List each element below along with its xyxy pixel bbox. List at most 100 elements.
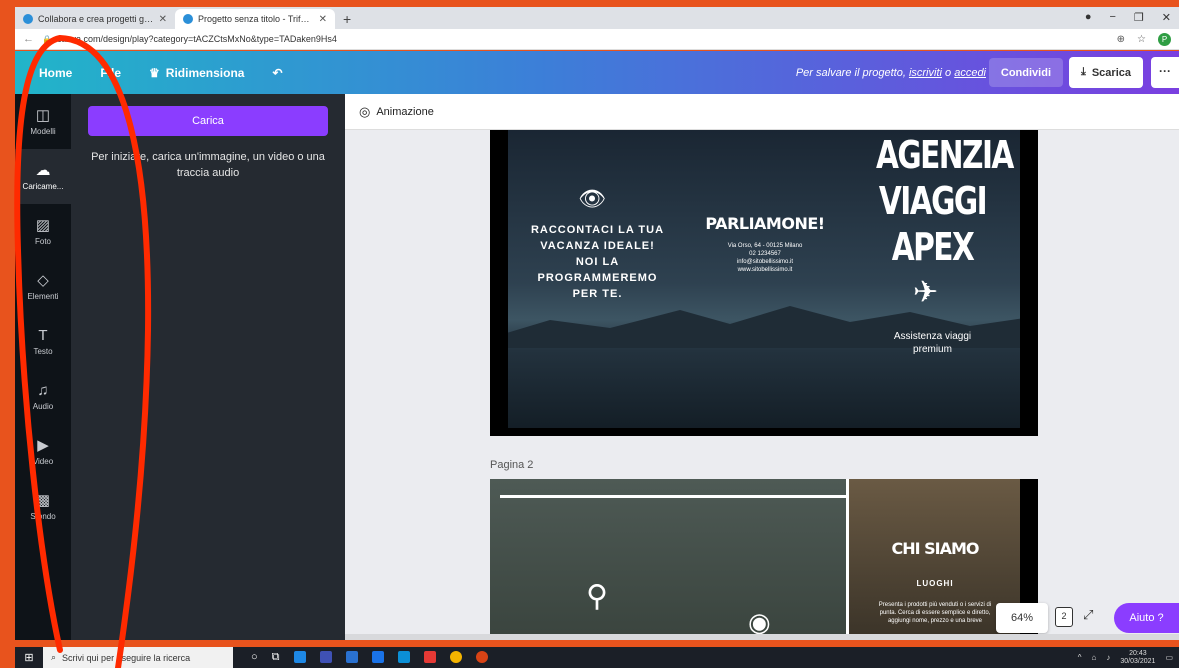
signup-link[interactable]: iscriviti bbox=[909, 67, 942, 79]
clock[interactable]: 20:43 30/03/2021 bbox=[1120, 650, 1155, 666]
upload-button[interactable]: Carica bbox=[88, 106, 328, 136]
save-message: Per salvare il progetto, iscriviti o acc… bbox=[796, 67, 986, 79]
layout-icon: ◫ bbox=[35, 106, 51, 124]
store-icon[interactable] bbox=[345, 651, 358, 663]
edge-icon[interactable] bbox=[293, 651, 306, 663]
design-page-1[interactable]: 👁 RACCONTACI LA TUA VACANZA IDEALE! NOI … bbox=[490, 130, 1038, 436]
share-button[interactable]: Condividi bbox=[988, 58, 1063, 87]
fullscreen-expand-icon[interactable]: ⤢ bbox=[1083, 607, 1093, 623]
close-window-icon[interactable]: ✕ bbox=[1162, 11, 1171, 24]
volume-icon[interactable]: ♪ bbox=[1106, 653, 1110, 662]
app-icon-l[interactable] bbox=[397, 651, 410, 663]
powerpoint-icon[interactable] bbox=[475, 651, 488, 663]
panel-2-title[interactable]: PARLIAMONE! bbox=[690, 214, 840, 233]
rail-item-audio[interactable]: ♫ Audio bbox=[15, 369, 71, 424]
undo-button[interactable]: ↶ bbox=[258, 66, 296, 80]
download-icon: ⤓ bbox=[1080, 66, 1086, 78]
page-border-right bbox=[1020, 130, 1038, 436]
page-count-button[interactable]: 2 bbox=[1055, 607, 1073, 627]
browser-tab-1[interactable]: Collabora e crea progetti grafic ✕ bbox=[15, 9, 175, 29]
browser-tab-2[interactable]: Progetto senza titolo - Trifold Br ✕ bbox=[175, 9, 335, 29]
rail-label: Caricame... bbox=[22, 181, 64, 191]
clock-date: 30/03/2021 bbox=[1120, 657, 1156, 665]
rail-item-uploads[interactable]: ☁ Caricame... bbox=[15, 149, 71, 204]
animation-button[interactable]: Animazione bbox=[376, 106, 433, 118]
browser-tabstrip: Collabora e crea progetti grafic ✕ Proge… bbox=[15, 7, 1179, 29]
zoom-level-button[interactable]: 64% bbox=[996, 603, 1048, 633]
more-options-button[interactable]: ··· bbox=[1151, 57, 1179, 88]
airplane-icon: ✈ bbox=[913, 276, 939, 309]
design-page-2[interactable]: ⚲ ◉ CHI SIAMO LUOGHI Presenta i prodotti… bbox=[490, 479, 1038, 640]
rail-item-templates[interactable]: ◫ Modelli bbox=[15, 94, 71, 149]
rail-item-photos[interactable]: ▨ Foto bbox=[15, 204, 71, 259]
resize-button[interactable]: ♛ Ridimensiona bbox=[135, 66, 258, 80]
brand-title[interactable]: AGENZIA VIAGGI APEX bbox=[876, 132, 1014, 270]
url-field[interactable]: canva.com/design/play?category=tACZCtsMx… bbox=[57, 34, 337, 44]
address-bar-actions: ⊕ ☆ P bbox=[1117, 32, 1171, 46]
search-icon: ⌕ bbox=[51, 652, 57, 662]
rail-item-text[interactable]: T Testo bbox=[15, 314, 71, 369]
tab-title: Progetto senza titolo - Trifold Br bbox=[198, 14, 314, 24]
mail-icon[interactable] bbox=[371, 651, 384, 663]
profile-avatar[interactable]: P bbox=[1158, 32, 1171, 46]
address-bar: ← 🔒 canva.com/design/play?category=tACZC… bbox=[15, 29, 1179, 50]
restore-icon[interactable]: ❐ bbox=[1134, 11, 1144, 24]
shapes-icon: ◇ bbox=[37, 271, 49, 289]
task-view-icon[interactable]: ⧉ bbox=[272, 651, 280, 664]
windows-taskbar: ⊞ ⌕ Scrivi qui per eseguire la ricerca ○… bbox=[15, 647, 1179, 668]
office-icon[interactable] bbox=[423, 651, 436, 663]
file-menu-button[interactable]: File bbox=[86, 66, 135, 80]
about-title[interactable]: CHI SIAMO bbox=[870, 539, 1000, 558]
rail-item-video[interactable]: ▶ Video bbox=[15, 424, 71, 479]
music-icon: ♫ bbox=[37, 381, 49, 399]
horizontal-scrollbar[interactable] bbox=[345, 634, 1179, 640]
download-button[interactable]: ⤓ Scarica bbox=[1068, 57, 1143, 88]
help-button[interactable]: Aiuto ? bbox=[1114, 603, 1179, 633]
home-button[interactable]: ‹ Home bbox=[15, 66, 86, 80]
rail-label: Elementi bbox=[27, 291, 59, 301]
back-arrow-icon[interactable]: ← bbox=[15, 33, 42, 45]
assistance-text[interactable]: Assistenza viaggi premium bbox=[875, 330, 990, 356]
resize-label: Ridimensiona bbox=[165, 65, 245, 80]
about-subtitle[interactable]: LUOGHI bbox=[870, 579, 1000, 588]
zoom-lens-icon[interactable]: ⊕ bbox=[1117, 34, 1125, 45]
bookmark-star-icon[interactable]: ☆ bbox=[1137, 34, 1146, 45]
save-msg-or: o bbox=[945, 66, 952, 79]
network-icon[interactable]: ⌂ bbox=[1092, 653, 1097, 662]
animation-icon[interactable]: ◎ bbox=[359, 104, 370, 120]
panel-1-text[interactable]: RACCONTACI LA TUA VACANZA IDEALE! NOI LA… bbox=[530, 222, 665, 302]
background-pattern-icon: ▩ bbox=[35, 491, 51, 509]
windows-start-icon[interactable]: ⊞ bbox=[15, 651, 43, 664]
tray-chevron-icon[interactable]: ^ bbox=[1078, 653, 1082, 662]
rail-item-elements[interactable]: ◇ Elementi bbox=[15, 259, 71, 314]
brand-line-3: APEX bbox=[891, 225, 975, 269]
brand-line-2: VIAGGI bbox=[878, 179, 988, 223]
close-tab-icon[interactable]: ✕ bbox=[319, 14, 327, 25]
rail-label: Foto bbox=[34, 236, 51, 246]
rail-item-background[interactable]: ▩ Sfondo bbox=[15, 479, 71, 534]
minimize-icon[interactable]: − bbox=[1109, 11, 1115, 24]
profile-dot-icon[interactable]: ● bbox=[1085, 11, 1092, 24]
login-link[interactable]: accedi bbox=[954, 67, 986, 79]
about-body[interactable]: Presenta i prodotti più venduti o i serv… bbox=[870, 601, 1000, 625]
video-icon: ▶ bbox=[37, 436, 49, 454]
photo-icon: ▨ bbox=[35, 216, 51, 234]
clock-time: 20:43 bbox=[1129, 649, 1147, 657]
new-tab-button[interactable]: + bbox=[335, 9, 359, 29]
canva-topbar: ‹ Home File ♛ Ridimensiona ↶ Per salvare… bbox=[15, 51, 1179, 94]
taskbar-search[interactable]: ⌕ Scrivi qui per eseguire la ricerca bbox=[43, 647, 233, 668]
contact-block[interactable]: Via Orso, 64 - 00125 Milano 02 1234567 i… bbox=[705, 242, 825, 274]
page-border-bottom bbox=[490, 428, 1038, 436]
close-tab-icon[interactable]: ✕ bbox=[159, 14, 167, 25]
upload-hint: Per iniziare, carica un'immagine, un vid… bbox=[91, 151, 325, 179]
chrome-icon[interactable] bbox=[449, 651, 462, 663]
lock-icon[interactable]: 🔒 bbox=[42, 35, 52, 44]
uploads-panel: Carica Per iniziare, carica un'immagine,… bbox=[71, 94, 345, 640]
canva-favicon-icon bbox=[183, 14, 193, 24]
chevron-left-icon: ‹ bbox=[29, 65, 33, 80]
notification-icon[interactable]: ▭ bbox=[1165, 653, 1173, 662]
text-icon: T bbox=[38, 326, 48, 344]
file-explorer-icon[interactable] bbox=[319, 651, 332, 663]
save-msg-prefix: Per salvare il progetto, bbox=[795, 66, 906, 79]
cortana-icon[interactable]: ○ bbox=[251, 651, 258, 664]
